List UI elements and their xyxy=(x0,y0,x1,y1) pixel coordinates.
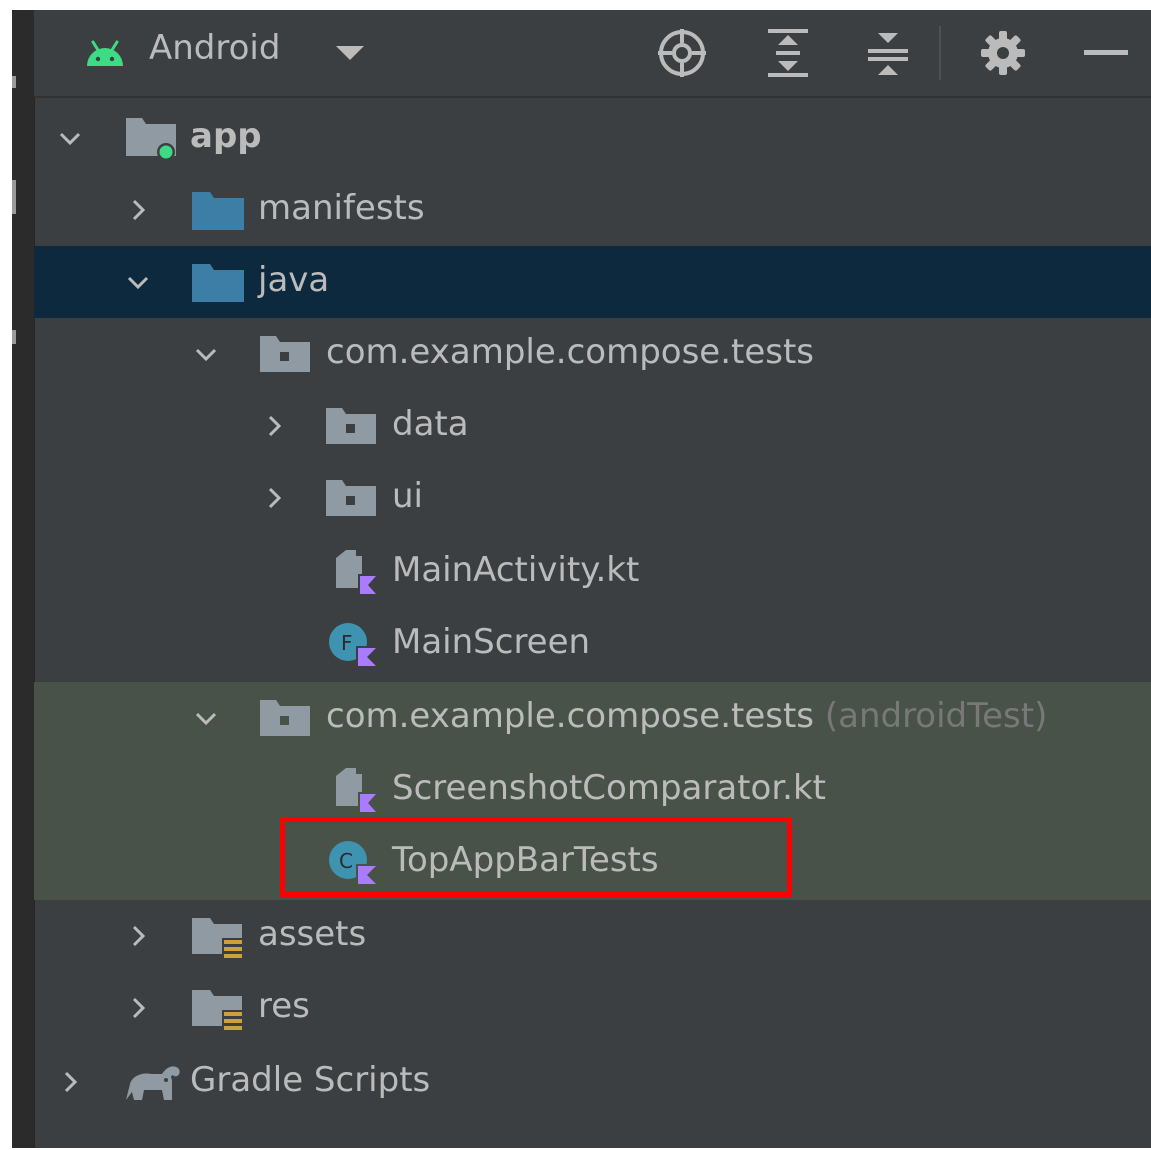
collapse-all-icon[interactable] xyxy=(860,10,916,96)
resource-folder-icon xyxy=(190,984,246,1032)
tree-node-data[interactable]: data xyxy=(34,390,1151,462)
tree-node-label: java xyxy=(258,260,330,300)
tree-node-label: com.example.compose.tests (androidTest) xyxy=(326,692,1047,740)
kotlin-file-icon xyxy=(328,548,384,596)
tree-node-label: MainActivity.kt xyxy=(392,550,640,590)
package-name: com.example.compose.tests xyxy=(326,696,815,736)
gear-icon[interactable] xyxy=(978,10,1028,96)
locate-icon[interactable] xyxy=(652,10,712,96)
tree-node-package-androidtest[interactable]: com.example.compose.tests (androidTest) xyxy=(34,682,1151,754)
package-icon xyxy=(324,474,380,522)
package-icon xyxy=(258,330,314,378)
module-folder-icon xyxy=(124,114,180,162)
tree-node-label: assets xyxy=(258,914,367,954)
project-view-toolbar: Android xyxy=(34,10,1151,98)
tree-node-label: com.example.compose.tests xyxy=(326,332,815,372)
tree-node-app[interactable]: app xyxy=(34,102,1151,174)
kotlin-file-icon xyxy=(328,766,384,814)
tree-node-label: app xyxy=(190,116,262,156)
tree-node-label: Gradle Scripts xyxy=(190,1060,431,1100)
chevron-down-icon[interactable] xyxy=(188,336,224,372)
chevron-down-icon[interactable] xyxy=(120,264,156,300)
chevron-right-icon[interactable] xyxy=(120,918,156,954)
toolbar-divider xyxy=(939,26,941,80)
minimize-icon[interactable] xyxy=(1078,10,1134,96)
source-set-suffix: (androidTest) xyxy=(824,696,1048,736)
chevron-down-icon[interactable] xyxy=(188,700,224,736)
gradle-icon xyxy=(122,1058,184,1106)
editor-edge-strip xyxy=(12,10,35,1148)
chevron-right-icon[interactable] xyxy=(120,192,156,228)
resource-folder-icon xyxy=(190,912,246,960)
edge-mark xyxy=(12,76,16,88)
chevron-right-icon[interactable] xyxy=(256,408,292,444)
tree-node-label: data xyxy=(392,404,469,444)
chevron-down-icon[interactable] xyxy=(52,120,88,156)
tree-node-java[interactable]: java xyxy=(34,246,1151,318)
android-icon xyxy=(82,10,128,96)
tree-node-mainscreen[interactable]: F MainScreen xyxy=(34,608,1151,680)
folder-icon xyxy=(190,186,246,234)
package-icon xyxy=(324,402,380,450)
tree-node-res[interactable]: res xyxy=(34,972,1151,1044)
tree-node-ui[interactable]: ui xyxy=(34,462,1151,534)
tree-node-label: res xyxy=(258,986,310,1026)
tree-node-label: ui xyxy=(392,476,423,516)
tree-node-label: MainScreen xyxy=(392,622,591,662)
view-selector-label[interactable]: Android xyxy=(149,28,280,68)
tree-node-mainactivity[interactable]: MainActivity.kt xyxy=(34,536,1151,608)
chevron-down-icon[interactable] xyxy=(332,10,368,96)
edge-mark xyxy=(12,330,16,344)
tree-node-package-main[interactable]: com.example.compose.tests xyxy=(34,318,1151,390)
folder-icon xyxy=(190,258,246,306)
expand-all-icon[interactable] xyxy=(760,10,816,96)
highlight-annotation-box xyxy=(280,817,792,897)
svg-text:F: F xyxy=(341,631,353,655)
package-icon xyxy=(258,694,314,742)
chevron-right-icon[interactable] xyxy=(52,1064,88,1100)
project-tool-window: Android app manifests java com.example.c… xyxy=(12,10,1151,1148)
chevron-right-icon[interactable] xyxy=(256,480,292,516)
chevron-right-icon[interactable] xyxy=(120,990,156,1026)
kotlin-class-icon: F xyxy=(326,620,382,668)
tree-node-manifests[interactable]: manifests xyxy=(34,174,1151,246)
tree-node-screenshotcomparator[interactable]: ScreenshotComparator.kt xyxy=(34,754,1151,826)
tree-node-label: manifests xyxy=(258,188,425,228)
edge-mark xyxy=(12,180,16,214)
tree-node-assets[interactable]: assets xyxy=(34,900,1151,972)
tree-node-gradle-scripts[interactable]: Gradle Scripts xyxy=(34,1046,1151,1118)
tree-node-label: ScreenshotComparator.kt xyxy=(392,768,826,808)
